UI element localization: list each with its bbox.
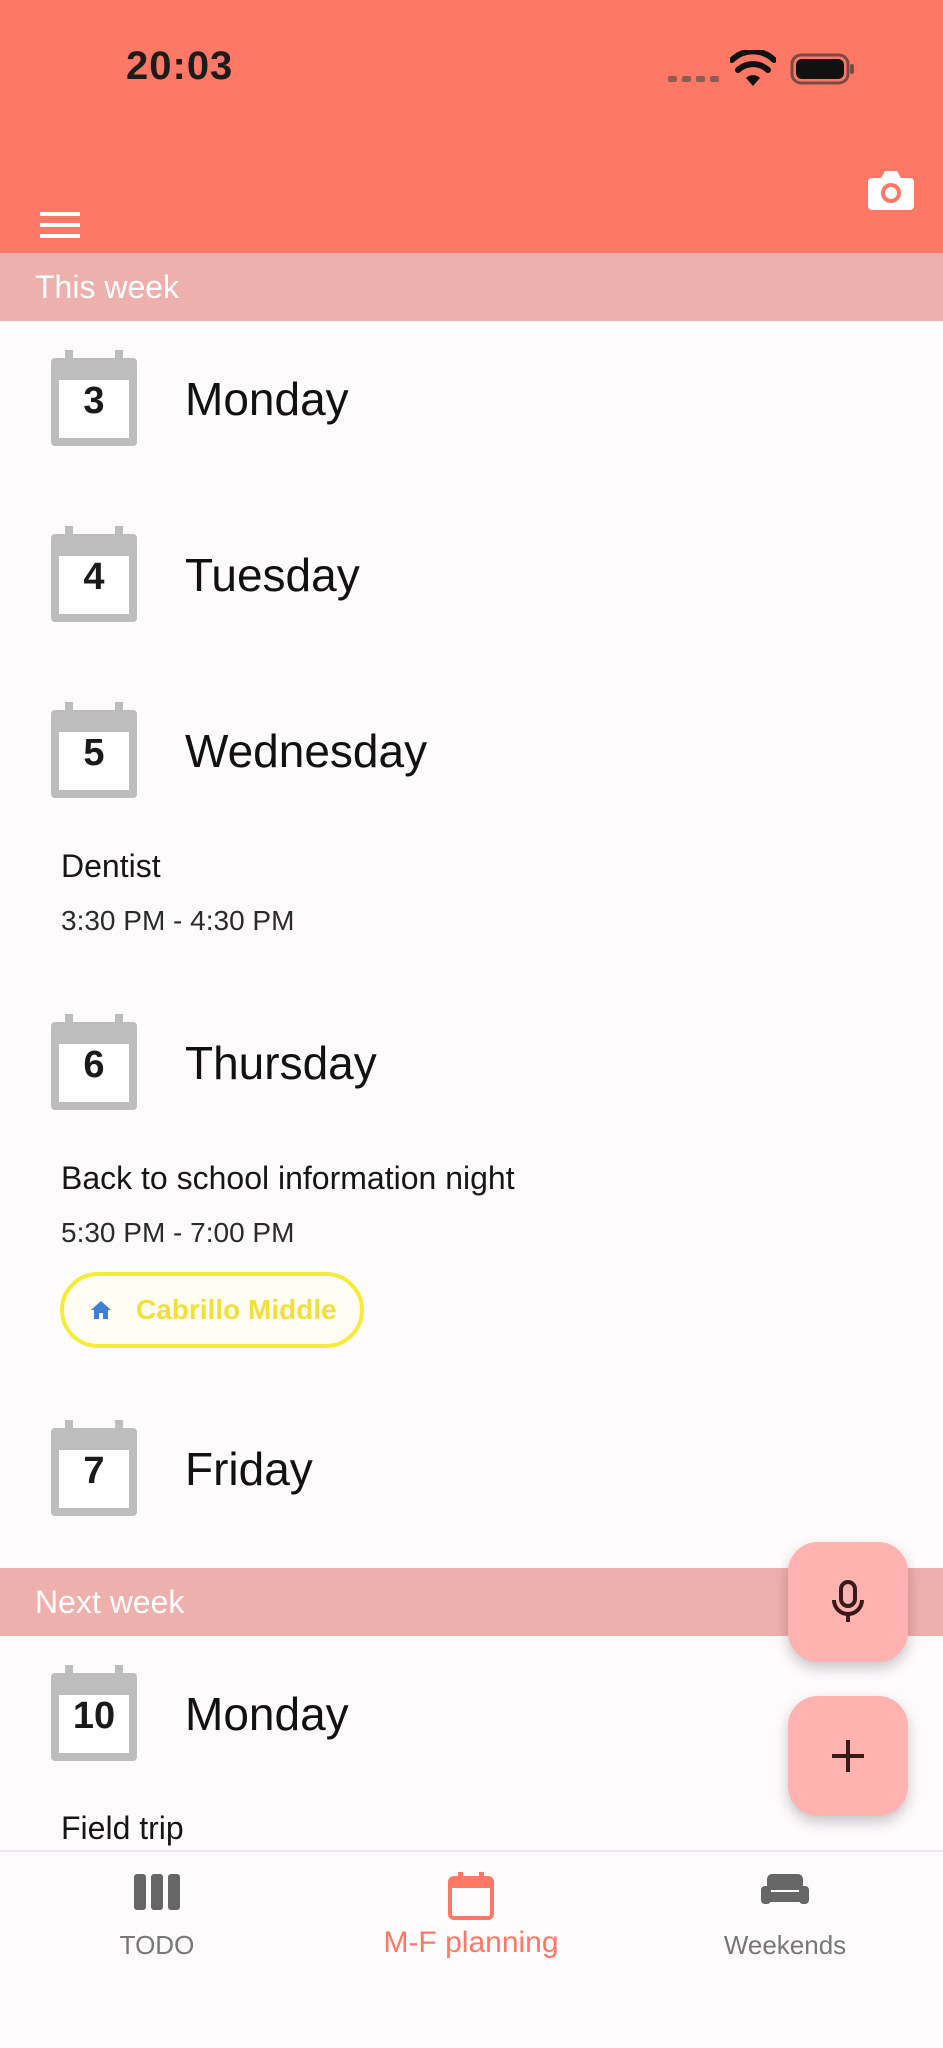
event-title[interactable]: Back to school information night — [61, 1160, 515, 1197]
day-row-monday[interactable]: 3 Monday — [0, 350, 943, 450]
day-name: Monday — [185, 1688, 349, 1740]
day-name: Monday — [185, 373, 349, 425]
nav-label: TODO — [119, 1930, 195, 1960]
section-title: This week — [35, 269, 180, 305]
event-title[interactable]: Field trip — [61, 1810, 184, 1847]
nav-tab-weekends[interactable]: Weekends — [628, 1852, 942, 2002]
day-number: 6 — [83, 1044, 105, 1086]
voice-input-button[interactable] — [788, 1542, 908, 1662]
day-name: Friday — [185, 1443, 313, 1495]
day-name: Thursday — [185, 1037, 377, 1089]
nav-tab-todo[interactable]: TODO — [0, 1852, 314, 2002]
event-time: 3:30 PM - 4:30 PM — [61, 905, 295, 936]
camera-icon[interactable] — [868, 168, 914, 210]
home-icon — [91, 1301, 111, 1319]
menu-icon[interactable] — [40, 210, 80, 240]
nav-label: M-F planning — [383, 1926, 559, 1959]
day-number: 3 — [83, 380, 105, 422]
app-bar: 20:03 — [0, 0, 943, 253]
battery-icon — [790, 53, 854, 85]
columns-icon — [134, 1874, 180, 1910]
bottom-navigation: TODO M-F planning Weekends — [0, 1850, 943, 2048]
cellular-signal-icon — [668, 76, 719, 82]
day-name: Tuesday — [185, 549, 360, 601]
nav-label: Weekends — [723, 1930, 847, 1960]
status-time: 20:03 — [126, 44, 234, 88]
section-header-this-week: This week — [0, 253, 943, 321]
sofa-icon — [761, 1874, 809, 1904]
day-number: 4 — [83, 556, 105, 598]
wifi-icon — [730, 50, 776, 86]
event-time: 5:30 PM - 7:00 PM — [61, 1217, 295, 1248]
day-row-thursday[interactable]: 6 Thursday — [0, 1014, 943, 1114]
calendar-icon — [448, 1872, 494, 1920]
day-row-friday[interactable]: 7 Friday — [0, 1420, 943, 1520]
day-number: 7 — [83, 1450, 105, 1492]
plus-icon — [832, 1740, 864, 1772]
add-button[interactable] — [788, 1696, 908, 1816]
location-label: Cabrillo Middle — [136, 1294, 337, 1325]
day-number: 10 — [72, 1695, 116, 1737]
microphone-icon — [832, 1580, 864, 1622]
nav-tab-mf-planning[interactable]: M-F planning — [314, 1852, 628, 2002]
event-title[interactable]: Dentist — [61, 848, 161, 885]
location-chip[interactable]: Cabrillo Middle — [60, 1272, 364, 1348]
day-row-tuesday[interactable]: 4 Tuesday — [0, 526, 943, 626]
day-name: Wednesday — [185, 725, 428, 777]
day-number: 5 — [83, 732, 105, 774]
section-title: Next week — [35, 1584, 185, 1620]
day-row-wednesday[interactable]: 5 Wednesday — [0, 702, 943, 802]
